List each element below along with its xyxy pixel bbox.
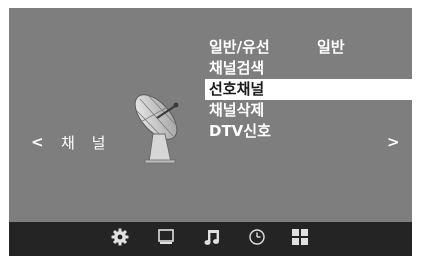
bottom-tab-bar bbox=[9, 222, 412, 256]
menu-item-antenna-type[interactable]: 일반/유선 일반 bbox=[205, 37, 412, 58]
osd-screen: < 채 널 > 일반/유선 일반 채널검색 선호채널 채널삭제 DTV신호 bbox=[9, 8, 412, 256]
menu-item-channel-search[interactable]: 채널검색 bbox=[205, 58, 412, 79]
music-note-icon bbox=[203, 228, 221, 250]
gear-icon bbox=[111, 228, 129, 250]
sound-tab[interactable] bbox=[202, 229, 222, 249]
menu-item-label: 선호채널 bbox=[209, 80, 265, 98]
menu-item-dtv-signal[interactable]: DTV신호 bbox=[205, 121, 412, 142]
menu-item-label: 채널삭제 bbox=[209, 101, 265, 119]
menu-item-favorite-channels[interactable]: 선호채널 bbox=[205, 79, 412, 100]
satellite-dish-icon bbox=[127, 84, 191, 164]
settings-tab[interactable] bbox=[110, 228, 130, 250]
monitor-icon bbox=[157, 228, 175, 250]
antenna-type-value[interactable]: 일반 bbox=[317, 37, 345, 58]
options-tab[interactable] bbox=[290, 229, 310, 249]
timer-tab[interactable] bbox=[247, 229, 267, 249]
section-title: 채 널 bbox=[61, 134, 112, 152]
menu-item-delete-channels[interactable]: 채널삭제 bbox=[205, 100, 412, 121]
menu-item-label: 일반/유선 bbox=[209, 38, 270, 56]
channel-menu: 일반/유선 일반 채널검색 선호채널 채널삭제 DTV신호 bbox=[205, 37, 412, 142]
grid-icon bbox=[291, 228, 309, 250]
menu-item-label: DTV신호 bbox=[209, 122, 271, 140]
picture-tab[interactable] bbox=[156, 229, 176, 249]
clock-icon bbox=[248, 228, 266, 250]
menu-item-label: 채널검색 bbox=[209, 59, 265, 77]
prev-section-arrow[interactable]: < bbox=[31, 133, 44, 151]
